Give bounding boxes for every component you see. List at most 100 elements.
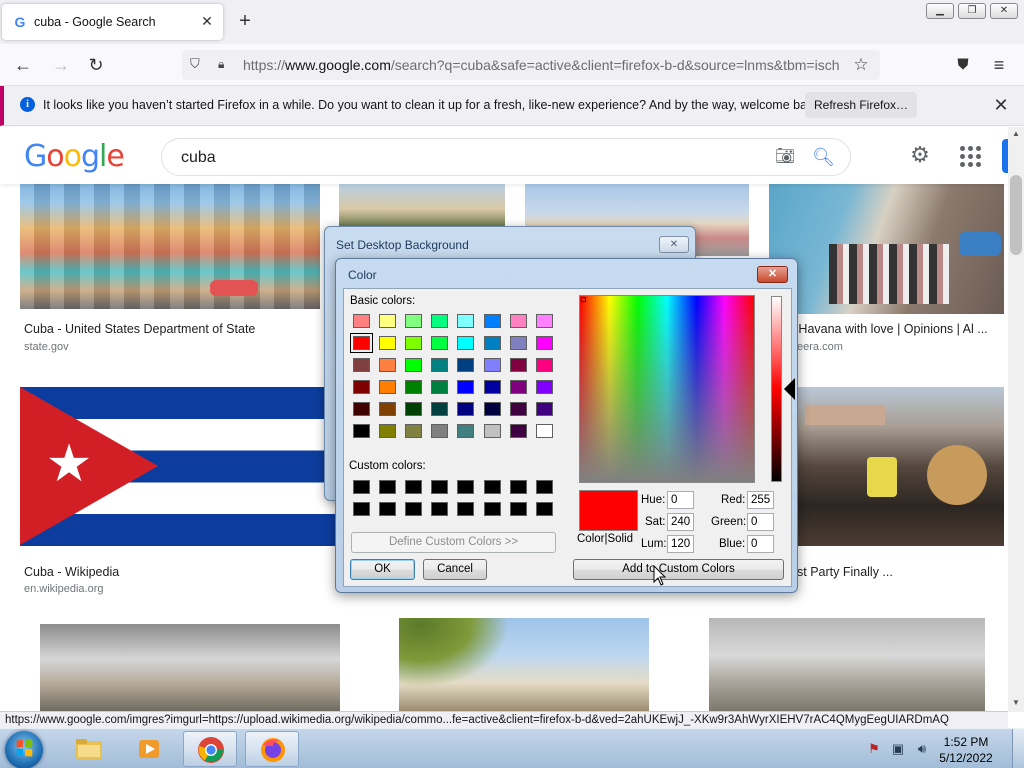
result-image-palm-capitol[interactable]: [399, 618, 649, 711]
custom-color-swatch[interactable]: [379, 502, 397, 516]
custom-color-swatch[interactable]: [353, 480, 370, 494]
google-apps-icon[interactable]: [958, 144, 982, 168]
network-icon[interactable]: ▣: [890, 741, 906, 757]
pocket-icon[interactable]: ⛊: [950, 52, 976, 78]
notification-close-icon[interactable]: ✕: [990, 94, 1012, 116]
basic-color-swatch[interactable]: [431, 358, 449, 372]
basic-color-swatch[interactable]: [431, 336, 449, 350]
google-logo[interactable]: Google: [24, 139, 125, 174]
basic-color-swatch[interactable]: [405, 424, 423, 438]
custom-color-swatch[interactable]: [457, 480, 475, 494]
basic-color-swatch[interactable]: [509, 336, 527, 350]
tab-google-search[interactable]: G cuba - Google Search ✕: [2, 4, 223, 40]
volume-icon[interactable]: 🔊︎: [914, 741, 930, 757]
dialog-close-button[interactable]: ✕: [757, 266, 788, 283]
basic-color-swatch[interactable]: [431, 402, 449, 416]
search-icon[interactable]: 🔍︎: [812, 146, 835, 168]
custom-color-swatch[interactable]: [483, 480, 501, 494]
reload-icon[interactable]: ↻: [83, 52, 109, 78]
window-close-button[interactable]: ✕: [990, 3, 1018, 19]
scroll-down-arrow-icon[interactable]: ▼: [1008, 696, 1024, 710]
ok-button[interactable]: OK: [350, 559, 415, 580]
custom-color-swatch[interactable]: [405, 502, 423, 516]
define-custom-colors-button[interactable]: Define Custom Colors >>: [351, 532, 556, 553]
basic-color-swatch[interactable]: [483, 314, 501, 328]
cancel-button[interactable]: Cancel: [423, 559, 487, 580]
taskbar-media-player[interactable]: [122, 731, 176, 767]
basic-color-swatch[interactable]: [457, 336, 475, 350]
basic-color-swatch[interactable]: [431, 314, 449, 328]
lock-icon[interactable]: 🔒︎: [218, 56, 234, 72]
bookmark-star-icon[interactable]: ☆: [850, 54, 872, 76]
minimize-button[interactable]: ▁: [926, 3, 954, 19]
taskbar-chrome[interactable]: [183, 731, 237, 767]
custom-color-swatch[interactable]: [483, 502, 501, 516]
custom-color-swatch[interactable]: [457, 502, 475, 516]
dialog-close-button[interactable]: ✕: [659, 236, 689, 253]
basic-color-swatch[interactable]: [457, 314, 475, 328]
basic-color-swatch[interactable]: [509, 402, 527, 416]
url-text[interactable]: https://www.google.com/search?q=cuba&saf…: [243, 57, 843, 73]
color-spectrum-picker[interactable]: [579, 295, 755, 483]
result-title[interactable]: Cuba - United States Department of State: [24, 322, 324, 336]
custom-color-swatch[interactable]: [353, 502, 370, 516]
custom-color-swatch[interactable]: [535, 502, 553, 516]
basic-color-swatch[interactable]: [535, 336, 553, 350]
basic-color-swatch[interactable]: [353, 424, 370, 438]
basic-color-swatch[interactable]: [483, 424, 501, 438]
hamburger-menu-icon[interactable]: ≡: [986, 52, 1012, 78]
red-input[interactable]: 255: [747, 491, 774, 509]
basic-color-swatch[interactable]: [405, 314, 423, 328]
basic-color-swatch[interactable]: [509, 424, 527, 438]
show-desktop-button[interactable]: [1012, 729, 1024, 768]
custom-color-swatch[interactable]: [405, 480, 423, 494]
basic-color-swatch[interactable]: [379, 336, 397, 350]
taskbar-explorer[interactable]: [62, 731, 116, 767]
back-arrow-icon[interactable]: ←: [10, 52, 36, 78]
custom-color-swatch[interactable]: [379, 480, 397, 494]
custom-color-swatch[interactable]: [509, 480, 527, 494]
basic-color-swatch[interactable]: [483, 336, 501, 350]
custom-color-swatch[interactable]: [509, 502, 527, 516]
basic-color-swatch[interactable]: [483, 380, 501, 394]
result-image-protest[interactable]: [797, 387, 1004, 546]
gear-icon[interactable]: ⚙: [908, 143, 932, 167]
luminosity-slider[interactable]: [771, 296, 782, 482]
basic-color-swatch[interactable]: [457, 380, 475, 394]
basic-color-swatch[interactable]: [431, 380, 449, 394]
basic-color-swatch[interactable]: [483, 402, 501, 416]
basic-color-swatch[interactable]: [457, 424, 475, 438]
hue-input[interactable]: 0: [667, 491, 694, 509]
action-center-flag-icon[interactable]: ⚑: [866, 741, 882, 757]
add-to-custom-colors-button[interactable]: Add to Custom Colors: [573, 559, 784, 580]
basic-color-swatch[interactable]: [405, 402, 423, 416]
taskbar-firefox[interactable]: [245, 731, 299, 767]
basic-color-swatch[interactable]: [535, 402, 553, 416]
result-image-colonial-buildings[interactable]: [339, 184, 505, 226]
result-image-smoke-building[interactable]: [40, 624, 340, 711]
basic-color-swatch[interactable]: [509, 358, 527, 372]
basic-color-swatch[interactable]: [379, 314, 397, 328]
basic-color-swatch[interactable]: [379, 402, 397, 416]
basic-color-swatch[interactable]: [431, 424, 449, 438]
clock-date[interactable]: 5/12/2022: [936, 751, 996, 765]
forward-arrow-icon[interactable]: →: [48, 52, 74, 78]
result-image-explosion[interactable]: [709, 618, 985, 711]
basic-color-swatch[interactable]: [353, 358, 370, 372]
scroll-up-arrow-icon[interactable]: ▲: [1008, 127, 1024, 141]
basic-color-swatch[interactable]: [457, 402, 475, 416]
basic-color-swatch[interactable]: [405, 380, 423, 394]
result-image-havana-crowd[interactable]: [769, 184, 1004, 314]
basic-color-swatch[interactable]: [457, 358, 475, 372]
url-bar[interactable]: ⛉ 🔒︎ https://www.google.com/search?q=cub…: [182, 50, 880, 80]
green-input[interactable]: 0: [747, 513, 774, 531]
basic-color-swatch[interactable]: [405, 336, 423, 350]
luminosity-arrow-icon[interactable]: [784, 378, 795, 400]
basic-color-swatch[interactable]: [353, 314, 370, 328]
tab-close-icon[interactable]: ✕: [198, 12, 216, 30]
basic-color-swatch[interactable]: [483, 358, 501, 372]
basic-color-swatch[interactable]: [353, 402, 370, 416]
search-box[interactable]: cuba 📷︎ 🔍︎: [161, 138, 851, 176]
search-input[interactable]: cuba: [181, 149, 216, 167]
basic-color-swatch[interactable]: [535, 358, 553, 372]
